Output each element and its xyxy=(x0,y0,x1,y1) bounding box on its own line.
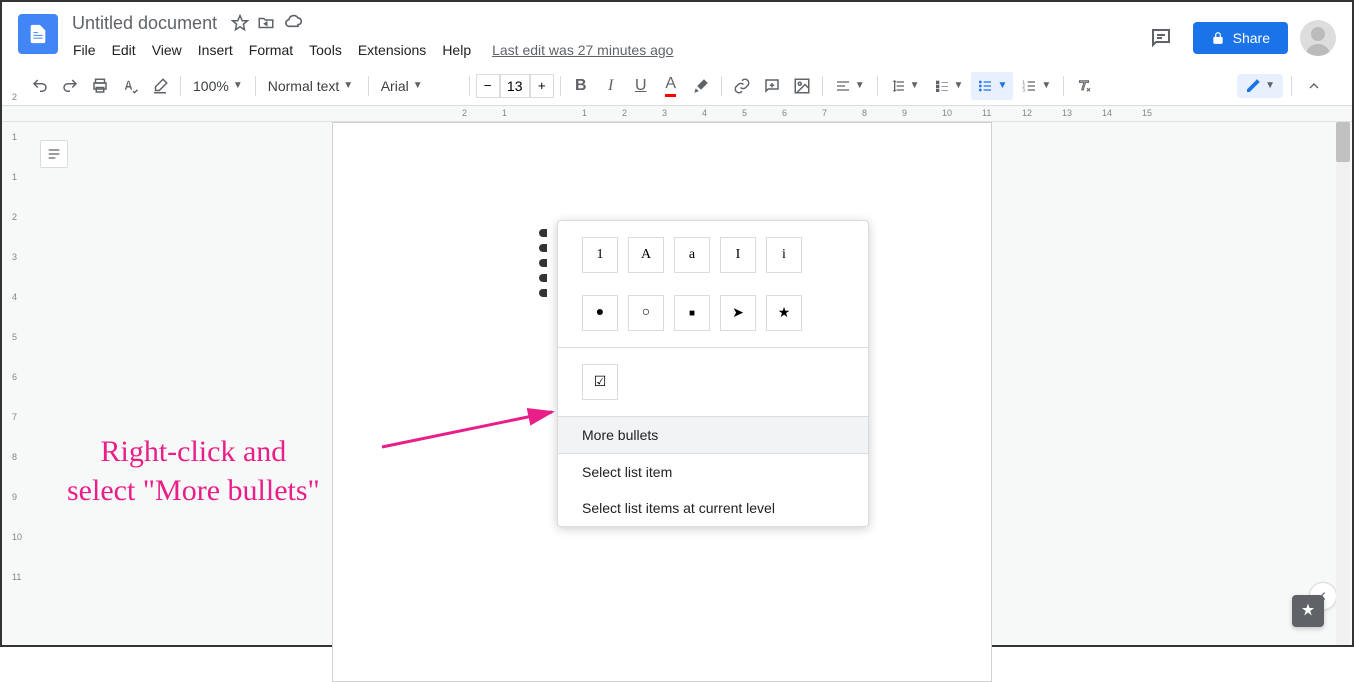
insert-image-button[interactable] xyxy=(788,72,816,100)
docs-logo[interactable] xyxy=(18,14,58,54)
insert-link-button[interactable] xyxy=(728,72,756,100)
menu-file[interactable]: File xyxy=(66,38,103,62)
svg-text:3: 3 xyxy=(1023,87,1026,92)
toolbar: 100%▼ Normal text▼ Arial▼ − + B I U A ▼ … xyxy=(2,66,1352,106)
numbered-options-row: 1 A a I i xyxy=(558,233,868,277)
menu-insert[interactable]: Insert xyxy=(191,38,240,62)
more-bullets-item[interactable]: More bullets xyxy=(558,417,868,453)
font-size-control: − + xyxy=(476,74,554,98)
bullet-options-row: ● ○ ■ ➤ ★ xyxy=(558,291,868,335)
menu-tools[interactable]: Tools xyxy=(302,38,349,62)
horizontal-ruler[interactable]: 21123456789101112131415 xyxy=(2,106,1352,122)
highlight-button[interactable] xyxy=(687,72,715,100)
add-comment-button[interactable] xyxy=(758,72,786,100)
bullet-context-menu: 1 A a I i ● ○ ■ ➤ ★ ☑ More bullets Selec… xyxy=(557,220,869,527)
selected-bullets xyxy=(539,222,557,304)
bold-button[interactable]: B xyxy=(567,72,595,100)
outline-toggle-button[interactable] xyxy=(40,140,68,168)
move-icon[interactable] xyxy=(257,14,275,32)
bullet-option-circle[interactable]: ○ xyxy=(628,295,664,331)
vertical-scrollbar[interactable] xyxy=(1336,122,1350,645)
title-area: Untitled document File Edit View Insert … xyxy=(66,10,1141,62)
header: Untitled document File Edit View Insert … xyxy=(2,2,1352,66)
collapse-toolbar-button[interactable] xyxy=(1300,72,1328,100)
document-title[interactable]: Untitled document xyxy=(66,11,223,36)
comments-button[interactable] xyxy=(1141,18,1181,58)
menu-view[interactable]: View xyxy=(145,38,189,62)
explore-button[interactable] xyxy=(1292,595,1324,627)
annotation-text: Right-click and select "More bullets" xyxy=(67,432,320,510)
bulleted-list-dropdown[interactable]: ▼ xyxy=(971,72,1013,100)
star-icon[interactable] xyxy=(231,14,249,32)
bullet-option-square[interactable]: ■ xyxy=(674,295,710,331)
menu-edit[interactable]: Edit xyxy=(105,38,143,62)
menu-bar: File Edit View Insert Format Tools Exten… xyxy=(66,38,1141,62)
last-edit-link[interactable]: Last edit was 27 minutes ago xyxy=(492,42,673,58)
editing-mode-button[interactable]: ▼ xyxy=(1237,74,1283,98)
italic-button[interactable]: I xyxy=(597,72,625,100)
list-option-i[interactable]: i xyxy=(766,237,802,273)
share-label: Share xyxy=(1233,30,1270,46)
select-list-items-level[interactable]: Select list items at current level xyxy=(558,490,868,526)
numbered-list-dropdown[interactable]: 123▼ xyxy=(1015,72,1057,100)
document-canvas: 211234567891011 1 A a I i ● ○ ■ ➤ ★ xyxy=(2,122,1352,645)
font-size-decrease[interactable]: − xyxy=(476,74,500,98)
font-size-increase[interactable]: + xyxy=(530,74,554,98)
print-button[interactable] xyxy=(86,72,114,100)
checkbox-option[interactable]: ☑ xyxy=(582,364,618,400)
font-dropdown[interactable]: Arial▼ xyxy=(375,72,463,100)
checklist-dropdown[interactable]: ▼ xyxy=(928,72,970,100)
line-spacing-dropdown[interactable]: ▼ xyxy=(884,72,926,100)
list-option-I[interactable]: I xyxy=(720,237,756,273)
menu-help[interactable]: Help xyxy=(435,38,478,62)
share-button[interactable]: Share xyxy=(1193,22,1288,54)
text-color-button[interactable]: A xyxy=(657,72,685,100)
align-dropdown[interactable]: ▼ xyxy=(829,72,871,100)
redo-button[interactable] xyxy=(56,72,84,100)
list-option-1[interactable]: 1 xyxy=(582,237,618,273)
bullet-option-star[interactable]: ★ xyxy=(766,295,802,331)
paint-format-button[interactable] xyxy=(146,72,174,100)
spellcheck-button[interactable] xyxy=(116,72,144,100)
list-option-A[interactable]: A xyxy=(628,237,664,273)
menu-extensions[interactable]: Extensions xyxy=(351,38,433,62)
style-dropdown[interactable]: Normal text▼ xyxy=(262,72,362,100)
clear-formatting-button[interactable] xyxy=(1070,72,1098,100)
underline-button[interactable]: U xyxy=(627,72,655,100)
user-avatar[interactable] xyxy=(1300,20,1336,56)
bullet-option-disc[interactable]: ● xyxy=(582,295,618,331)
cloud-status-icon[interactable] xyxy=(283,13,303,33)
list-option-a[interactable]: a xyxy=(674,237,710,273)
vertical-ruler[interactable]: 211234567891011 xyxy=(2,122,32,645)
zoom-dropdown[interactable]: 100%▼ xyxy=(187,72,249,100)
bullet-option-arrow[interactable]: ➤ xyxy=(720,295,756,331)
font-size-input[interactable] xyxy=(500,74,530,98)
undo-button[interactable] xyxy=(26,72,54,100)
menu-format[interactable]: Format xyxy=(242,38,300,62)
select-list-item[interactable]: Select list item xyxy=(558,454,868,490)
